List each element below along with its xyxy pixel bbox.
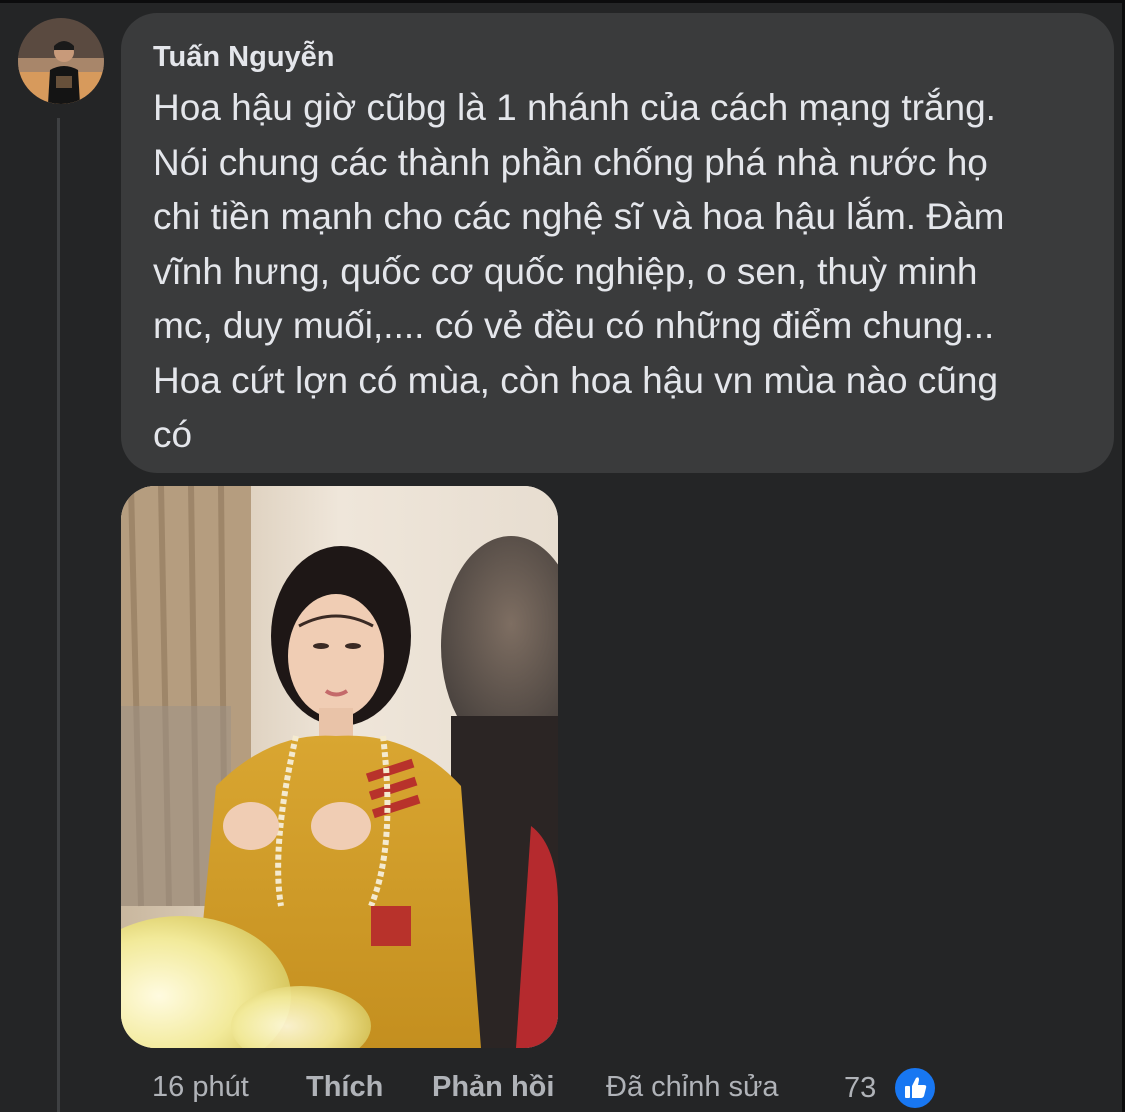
comment-line: có — [153, 414, 193, 455]
comment-line: Hoa hậu giờ cũbg là 1 nhánh của cách mạn… — [153, 87, 996, 128]
reaction-count: 73 — [844, 1072, 877, 1104]
comment-text: Hoa hậu giờ cũbg là 1 nhánh của cách mạn… — [153, 81, 1084, 463]
avatar[interactable] — [18, 18, 104, 104]
like-button[interactable]: Thích — [306, 1065, 383, 1109]
comment-bubble: Tuấn Nguyễn Hoa hậu giờ cũbg là 1 nhánh … — [121, 13, 1114, 473]
comment-timestamp[interactable]: 16 phút — [152, 1065, 249, 1109]
reply-button[interactable]: Phản hồi — [432, 1065, 554, 1109]
edited-label[interactable]: Đã chỉnh sửa — [606, 1065, 779, 1109]
comment-line: chi tiền mạnh cho các nghệ sĩ và hoa hậu… — [153, 196, 1005, 237]
thumbs-up-icon — [892, 1065, 938, 1111]
window-top-border — [0, 0, 1125, 3]
avatar-image — [18, 18, 104, 104]
comment-line: vĩnh hưng, quốc cơ quốc nghiệp, o sen, t… — [153, 250, 978, 292]
photo-image — [121, 486, 558, 1048]
comment-photo[interactable] — [121, 486, 558, 1048]
comment-author[interactable]: Tuấn Nguyễn — [153, 39, 1084, 75]
comment-line: Hoa cứt lợn có mùa, còn hoa hậu vn mùa n… — [153, 359, 999, 401]
comment-line: mc, duy muối,.... có vẻ đều có những điể… — [153, 305, 995, 346]
comment-line: Nói chung các thành phần chống phá nhà n… — [153, 141, 988, 183]
thread-line — [57, 118, 60, 1112]
